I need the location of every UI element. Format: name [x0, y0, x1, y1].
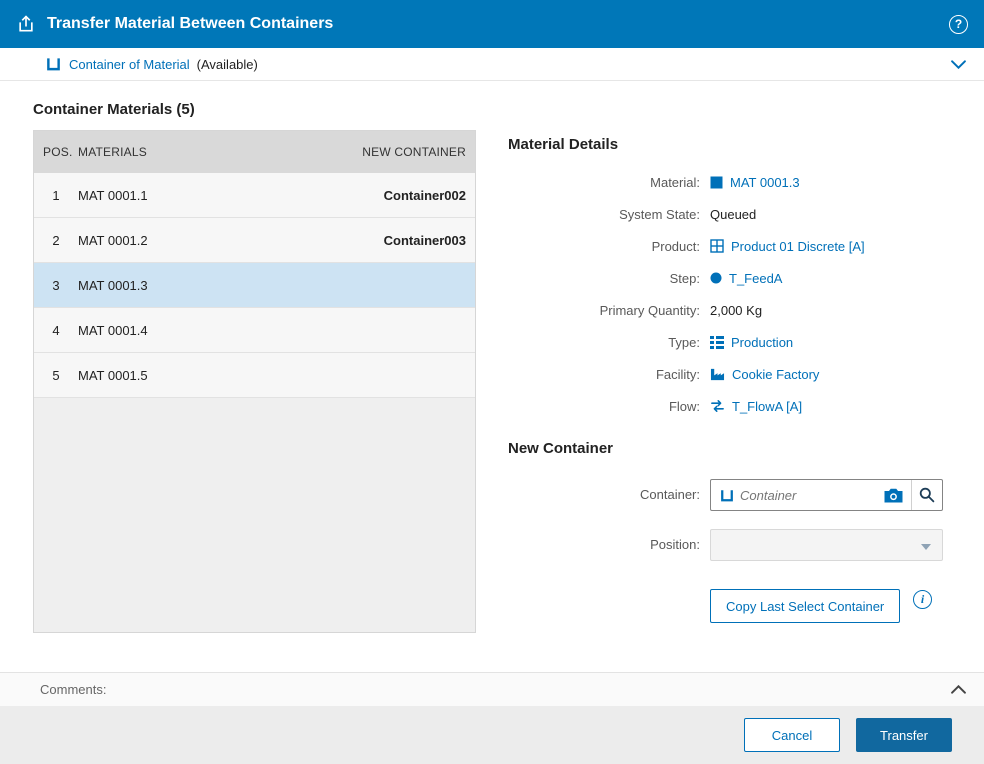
row-material: MAT 0001.3	[78, 278, 466, 293]
table-row-selected[interactable]: 3 MAT 0001.3	[34, 263, 475, 308]
row-material: MAT 0001.2	[78, 233, 384, 248]
row-material: MAT 0001.1	[78, 188, 384, 203]
type-link[interactable]: Production	[731, 335, 793, 350]
container-of-material-bar: Container of Material (Available)	[0, 48, 984, 81]
container-materials-title: Container Materials (5)	[33, 101, 195, 118]
product-link[interactable]: Product 01 Discrete [A]	[731, 239, 865, 254]
product-icon	[710, 239, 724, 253]
chevron-up-icon[interactable]	[951, 685, 966, 694]
detail-label: Material:	[508, 175, 700, 190]
detail-row: Primary Quantity: 2,000 Kg	[508, 294, 950, 326]
primary-quantity-value: 2,000 Kg	[710, 303, 762, 318]
row-material: MAT 0001.4	[78, 323, 466, 338]
cancel-button[interactable]: Cancel	[744, 718, 840, 752]
detail-label: Facility:	[508, 367, 700, 382]
detail-row: Material: MAT 0001.3	[508, 166, 950, 198]
search-icon[interactable]	[911, 480, 942, 510]
material-link[interactable]: MAT 0001.3	[730, 175, 800, 190]
transfer-material-dialog: Transfer Material Between Containers ? C…	[0, 0, 984, 764]
position-dropdown[interactable]	[710, 529, 943, 561]
detail-label: Flow:	[508, 399, 700, 414]
container-input[interactable]	[740, 488, 876, 503]
container-field	[710, 479, 943, 511]
material-icon	[710, 176, 723, 189]
container-field-label: Container:	[508, 479, 700, 511]
table-row[interactable]: 5 MAT 0001.5	[34, 353, 475, 398]
container-icon	[720, 489, 734, 502]
detail-row: System State: Queued	[508, 198, 950, 230]
detail-label: Type:	[508, 335, 700, 350]
row-pos: 5	[34, 368, 78, 383]
flow-icon	[710, 399, 725, 413]
container-availability-status: (Available)	[197, 57, 258, 72]
step-link[interactable]: T_FeedA	[729, 271, 782, 286]
detail-row: Facility: Cookie Factory	[508, 358, 950, 390]
material-details-title: Material Details	[508, 136, 618, 153]
column-header-materials: MATERIALS	[78, 145, 362, 159]
flow-link[interactable]: T_FlowA [A]	[732, 399, 802, 414]
facility-link[interactable]: Cookie Factory	[732, 367, 819, 382]
comments-label: Comments:	[40, 682, 106, 697]
step-icon	[710, 272, 722, 284]
row-pos: 1	[34, 188, 78, 203]
material-details: Material: MAT 0001.3 System State: Queue…	[508, 166, 950, 422]
transfer-button[interactable]: Transfer	[856, 718, 952, 752]
system-state-value: Queued	[710, 207, 756, 222]
row-pos: 4	[34, 323, 78, 338]
container-of-material-link[interactable]: Container of Material	[69, 57, 190, 72]
chevron-down-icon[interactable]	[949, 56, 968, 73]
materials-table: POS. MATERIALS NEW CONTAINER 1 MAT 0001.…	[33, 130, 476, 633]
facility-icon	[710, 367, 725, 381]
dropdown-arrow-icon	[921, 544, 931, 555]
container-icon	[46, 57, 61, 71]
detail-row: Product: Product 01 Discrete [A]	[508, 230, 950, 262]
table-row[interactable]: 4 MAT 0001.4	[34, 308, 475, 353]
camera-icon[interactable]	[876, 488, 911, 503]
column-header-new-container: NEW CONTAINER	[362, 145, 466, 159]
detail-label: Product:	[508, 239, 700, 254]
comments-section-header[interactable]: Comments:	[0, 672, 984, 706]
position-field-label: Position:	[508, 529, 700, 561]
new-container-title: New Container	[508, 440, 613, 457]
transfer-container-icon	[16, 14, 36, 34]
app-header: Transfer Material Between Containers ?	[0, 0, 984, 48]
row-new-container: Container003	[384, 233, 466, 248]
row-new-container: Container002	[384, 188, 466, 203]
type-icon	[710, 336, 724, 349]
detail-label: System State:	[508, 207, 700, 222]
row-material: MAT 0001.5	[78, 368, 466, 383]
dialog-title: Transfer Material Between Containers	[47, 15, 333, 33]
row-pos: 3	[34, 278, 78, 293]
detail-row: Flow: T_FlowA [A]	[508, 390, 950, 422]
help-icon[interactable]: ?	[949, 15, 968, 34]
table-row[interactable]: 2 MAT 0001.2 Container003	[34, 218, 475, 263]
row-pos: 2	[34, 233, 78, 248]
dialog-footer: Cancel Transfer	[0, 706, 984, 764]
materials-table-header: POS. MATERIALS NEW CONTAINER	[34, 131, 475, 173]
detail-label: Step:	[508, 271, 700, 286]
info-icon[interactable]: i	[913, 590, 932, 609]
table-row[interactable]: 1 MAT 0001.1 Container002	[34, 173, 475, 218]
detail-row: Step: T_FeedA	[508, 262, 950, 294]
detail-row: Type: Production	[508, 326, 950, 358]
copy-last-select-container-button[interactable]: Copy Last Select Container	[710, 589, 900, 623]
detail-label: Primary Quantity:	[508, 303, 700, 318]
column-header-pos: POS.	[34, 145, 78, 159]
